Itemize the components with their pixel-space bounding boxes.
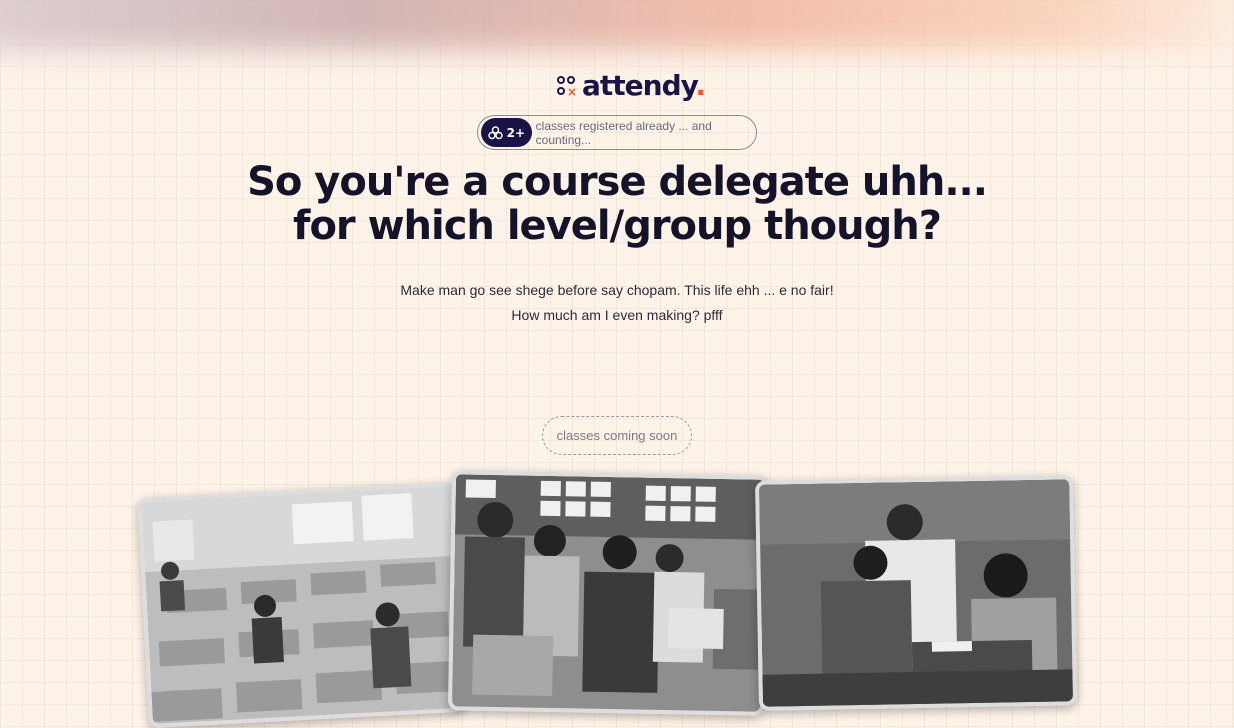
logo-text: attendy. bbox=[582, 69, 706, 102]
status-label: classes coming soon bbox=[556, 428, 678, 443]
headline-line-2: for which level/group though? bbox=[293, 203, 942, 249]
classes-coming-soon-status: classes coming soon bbox=[542, 416, 692, 455]
photo-lecture-hall bbox=[137, 481, 465, 728]
count-caption: classes registered already ... and count… bbox=[535, 118, 712, 147]
top-gradient-decoration bbox=[0, 0, 1234, 50]
page-headline: So you're a course delegate uhh... for w… bbox=[0, 160, 1234, 248]
headline-line-1: So you're a course delegate uhh... bbox=[247, 159, 988, 205]
logo[interactable]: × attendy. bbox=[557, 69, 706, 102]
logo-mark-icon: × bbox=[557, 74, 579, 98]
count-badge: 2+ bbox=[481, 118, 532, 147]
count-value: 2+ bbox=[506, 125, 526, 140]
photo-students-studying bbox=[755, 475, 1077, 711]
subtext-line-1: Make man go see shege before say chopam.… bbox=[400, 282, 834, 298]
photo-students-group bbox=[447, 470, 769, 716]
people-icon bbox=[487, 125, 503, 139]
subtext-line-2: How much am I even making? pfff bbox=[511, 307, 723, 323]
registered-classes-pill: 2+ classes registered already ... and co… bbox=[477, 115, 757, 150]
